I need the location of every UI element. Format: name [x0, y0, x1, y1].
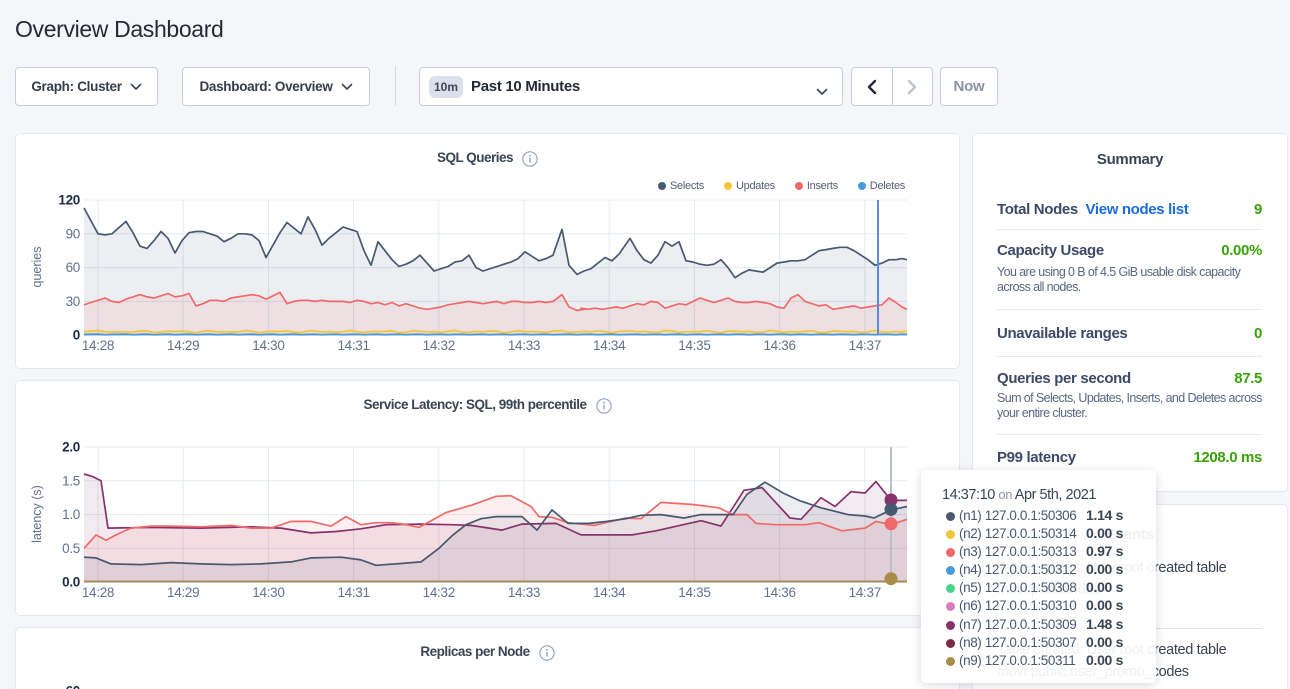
svg-text:60: 60	[66, 684, 80, 689]
svg-text:14:29: 14:29	[167, 338, 199, 353]
svg-text:1.5: 1.5	[62, 473, 80, 488]
svg-text:14:30: 14:30	[252, 338, 284, 353]
svg-text:0.5: 0.5	[62, 541, 80, 556]
svg-text:0.0: 0.0	[62, 575, 80, 590]
svg-text:14:34: 14:34	[593, 338, 626, 353]
svg-text:14:36: 14:36	[763, 585, 795, 600]
svg-text:14:32: 14:32	[423, 585, 455, 600]
svg-text:14:28: 14:28	[82, 585, 114, 600]
svg-text:0: 0	[73, 328, 80, 343]
svg-text:14:34: 14:34	[593, 585, 626, 600]
svg-text:2.0: 2.0	[62, 440, 80, 455]
svg-text:14:36: 14:36	[763, 338, 795, 353]
svg-text:1.0: 1.0	[62, 507, 80, 522]
svg-text:14:28: 14:28	[82, 338, 114, 353]
svg-text:queries: queries	[30, 247, 44, 288]
svg-text:14:33: 14:33	[508, 338, 540, 353]
svg-text:14:35: 14:35	[678, 585, 710, 600]
svg-text:120: 120	[58, 193, 80, 208]
svg-text:14:37: 14:37	[849, 585, 881, 600]
svg-text:90: 90	[66, 226, 80, 241]
svg-text:14:33: 14:33	[508, 585, 540, 600]
svg-text:14:31: 14:31	[337, 338, 369, 353]
svg-text:30: 30	[66, 294, 80, 309]
svg-text:14:35: 14:35	[678, 338, 710, 353]
svg-text:14:29: 14:29	[167, 585, 199, 600]
svg-text:14:32: 14:32	[423, 338, 455, 353]
svg-text:60: 60	[66, 260, 80, 275]
svg-text:latency (s): latency (s)	[30, 485, 44, 543]
svg-text:14:37: 14:37	[849, 338, 881, 353]
svg-text:14:30: 14:30	[252, 585, 284, 600]
svg-text:14:31: 14:31	[337, 585, 369, 600]
